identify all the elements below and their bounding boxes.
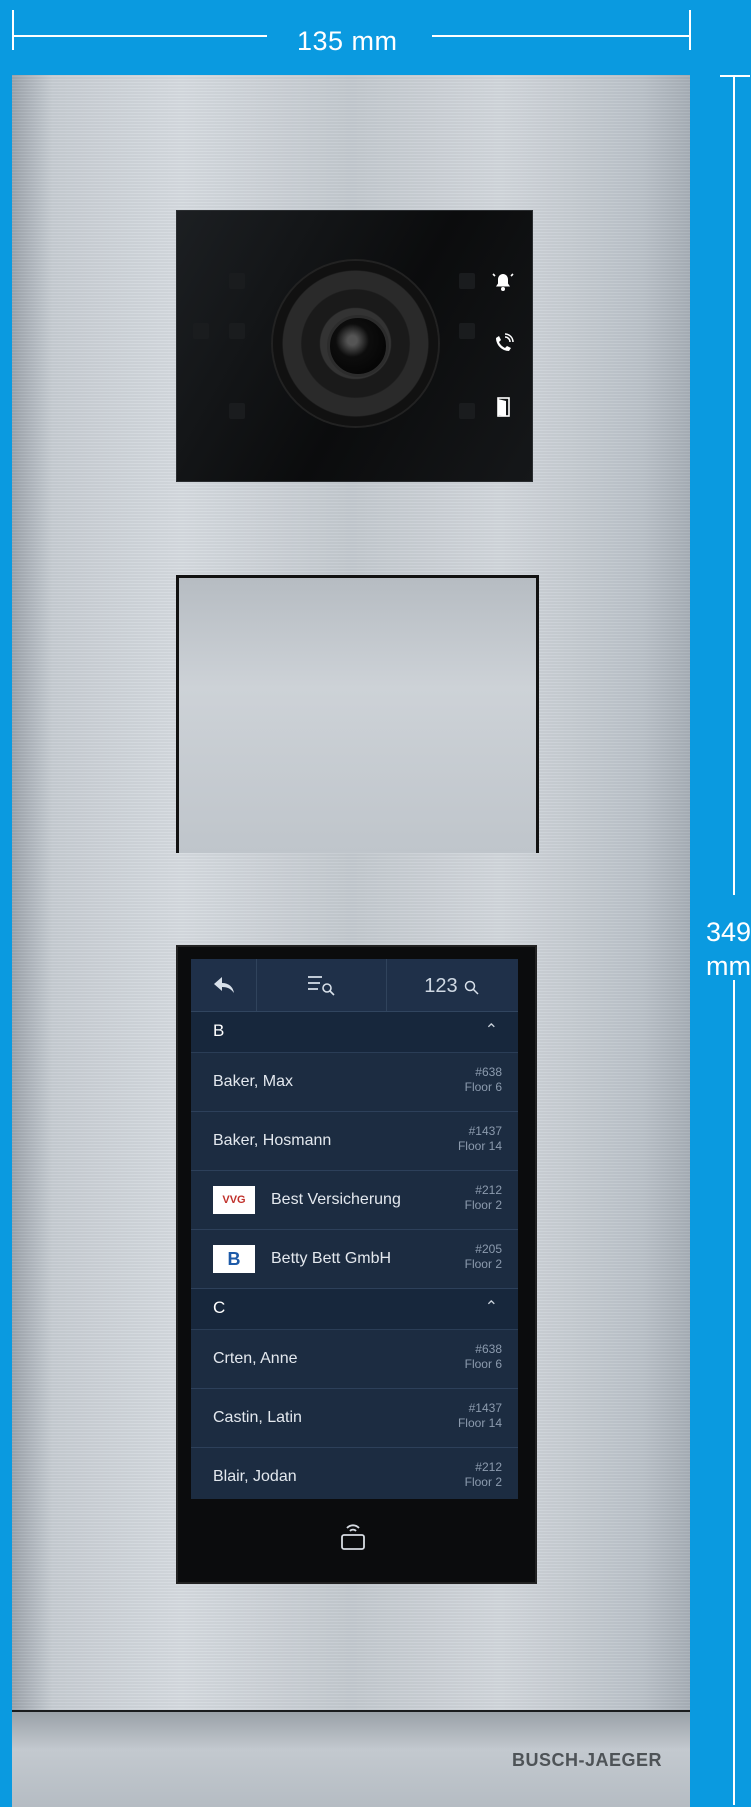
company-logo: B: [213, 1245, 255, 1273]
phone-icon: [491, 333, 515, 357]
apartment-number: #212: [475, 1460, 502, 1474]
floor-label: Floor 6: [464, 1357, 502, 1371]
list-search-icon: [308, 976, 335, 996]
resident-name: Crten, Anne: [213, 1350, 298, 1367]
list-item[interactable]: Blair, Jodan #212 Floor 2: [191, 1448, 518, 1499]
height-label: 349 mm: [706, 917, 751, 981]
company-name: Best Versicherung: [271, 1191, 401, 1208]
back-arrow-icon: [213, 977, 234, 993]
bottom-trim: BUSCH-JAEGER: [12, 1710, 690, 1807]
section-letter: C: [213, 1298, 226, 1317]
chevron-up-down-icon: ⌃: [484, 1299, 498, 1316]
apartment-number: #1437: [468, 1124, 502, 1138]
list-item[interactable]: Baker, Max #638 Floor 6: [191, 1053, 518, 1112]
directory-screen: 123 B ⌃ Baker, Max #638 Floor 6 Baker, Ho…: [191, 959, 518, 1499]
nfc-reader-icon[interactable]: [338, 1519, 368, 1560]
resident-name: Baker, Max: [213, 1073, 294, 1090]
search-icon: [464, 980, 479, 995]
section-header-c[interactable]: C ⌃: [191, 1289, 518, 1330]
list-item[interactable]: Baker, Hosmann #1437 Floor 14: [191, 1112, 518, 1171]
floor-label: Floor 2: [464, 1198, 502, 1212]
resident-name: Blair, Jodan: [213, 1468, 297, 1485]
resident-name: Castin, Latin: [213, 1409, 302, 1426]
camera-lens: [273, 261, 438, 426]
bell-icon: [491, 271, 515, 295]
list-search-button[interactable]: [256, 959, 387, 1011]
width-label: 135 mm: [297, 26, 398, 56]
resident-name: Baker, Hosmann: [213, 1132, 332, 1149]
list-item[interactable]: VVG Best Versicherung #212 Floor 2: [191, 1171, 518, 1230]
apartment-number: #1437: [468, 1401, 502, 1415]
apartment-number: #205: [475, 1242, 502, 1256]
door-icon: [491, 396, 515, 420]
apartment-number: #638: [475, 1342, 502, 1356]
section-letter: B: [213, 1021, 225, 1040]
company-name: Betty Bett GmbH: [271, 1250, 392, 1267]
nameplate-slot: [176, 575, 539, 853]
section-header-b[interactable]: B ⌃: [191, 1012, 518, 1053]
list-item[interactable]: B Betty Bett GmbH #205 Floor 2: [191, 1230, 518, 1289]
floor-label: Floor 6: [464, 1080, 502, 1094]
company-logo: VVG: [213, 1186, 255, 1214]
list-item[interactable]: Castin, Latin #1437 Floor 14: [191, 1389, 518, 1448]
list-item[interactable]: Crten, Anne #638 Floor 6: [191, 1330, 518, 1389]
brand-logo: BUSCH-JAEGER: [511, 1750, 662, 1770]
toolbar: 123: [191, 959, 518, 1012]
apartment-number: #212: [475, 1183, 502, 1197]
touch-display: 123 B ⌃ Baker, Max #638 Floor 6 Baker, Ho…: [176, 945, 537, 1584]
height-dimension: 349 mm: [706, 75, 751, 1805]
floor-label: Floor 2: [464, 1257, 502, 1271]
number-search-label: 123: [424, 975, 458, 997]
back-button[interactable]: [191, 959, 257, 1011]
floor-label: Floor 14: [457, 1416, 502, 1430]
floor-label: Floor 14: [457, 1139, 502, 1153]
floor-label: Floor 2: [464, 1475, 502, 1489]
door-station-panel: 123 B ⌃ Baker, Max #638 Floor 6 Baker, Ho…: [12, 75, 690, 1807]
camera-module: [176, 210, 533, 482]
width-dimension: 135 mm: [12, 10, 692, 60]
number-search-button[interactable]: 123: [386, 959, 518, 1011]
apartment-number: #638: [475, 1065, 502, 1079]
chevron-up-down-icon: ⌃: [484, 1022, 498, 1039]
